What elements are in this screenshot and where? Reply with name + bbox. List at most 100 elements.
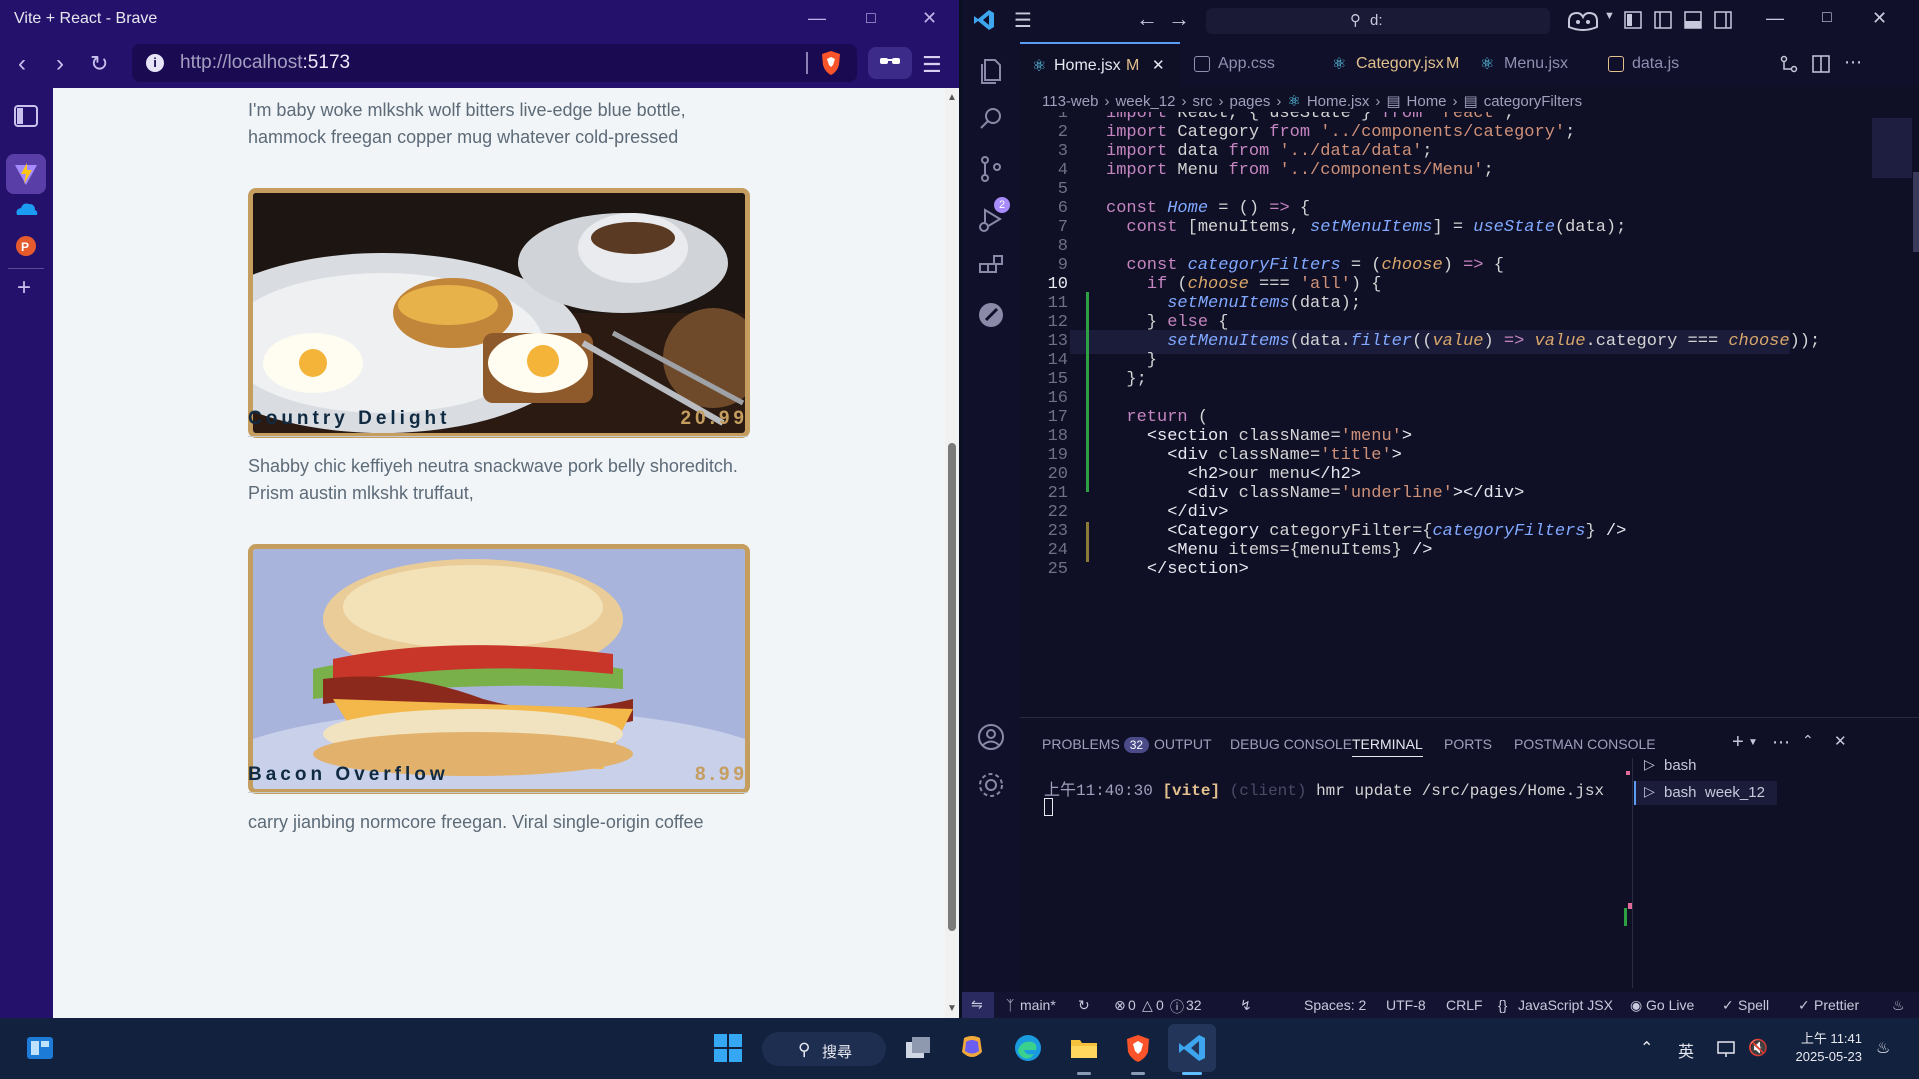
powerpoint-icon[interactable]: P (12, 232, 40, 260)
customize-layout-icon[interactable] (1624, 11, 1642, 29)
line-ending[interactable]: CRLF (1446, 997, 1483, 1013)
toggle-secondary-sidebar-icon[interactable] (1714, 11, 1732, 29)
taskbar-search[interactable]: ⚲ 搜尋 (762, 1032, 886, 1066)
prettier-button[interactable]: Prettier (1814, 997, 1859, 1013)
nav-forward-icon[interactable]: → (1168, 6, 1190, 32)
new-terminal-icon[interactable]: + (1732, 731, 1744, 754)
hamburger-menu-icon[interactable]: ☰ (922, 52, 942, 78)
maximize-icon[interactable]: □ (866, 10, 876, 28)
explorer-icon[interactable] (976, 56, 1006, 86)
site-info-icon[interactable]: i (146, 54, 164, 72)
reload-icon[interactable]: ↻ (90, 51, 108, 77)
brave-browser-icon[interactable] (1122, 1032, 1154, 1064)
remote-indicator[interactable]: ⇋ (962, 992, 994, 1018)
menu-icon[interactable]: ☰ (1014, 8, 1032, 33)
notifications-bell-icon[interactable]: ♨ (1876, 1038, 1890, 1058)
brave-shield-icon[interactable] (820, 50, 842, 76)
add-panel-icon[interactable]: + (17, 274, 31, 302)
editor-scrollbar[interactable] (1913, 172, 1919, 252)
start-button-icon[interactable] (712, 1032, 744, 1064)
lightning-icon[interactable]: ↯ (1240, 997, 1252, 1014)
breadcrumb-item[interactable]: src (1192, 93, 1212, 110)
command-center-search[interactable]: ⚲ d: (1206, 8, 1550, 34)
language-mode[interactable]: JavaScript JSX (1518, 997, 1613, 1013)
terminal-scrollbar[interactable] (1624, 768, 1632, 968)
tab-close-icon[interactable]: ✕ (1152, 56, 1165, 74)
show-hidden-icons-icon[interactable]: ⌃ (1640, 1038, 1653, 1058)
clock[interactable]: 上午 11:41 2025-05-23 (1790, 1030, 1863, 1066)
forward-icon[interactable]: › (56, 50, 64, 78)
source-control-icon[interactable] (976, 154, 1006, 184)
breadcrumb-item[interactable]: Home.jsx (1307, 93, 1370, 110)
terminal-output[interactable]: 上午11:40:30 [vite] (client) hmr update /s… (1044, 776, 1604, 800)
breadcrumb-item[interactable]: 113-web (1042, 93, 1098, 110)
indentation[interactable]: Spaces: 2 (1304, 997, 1366, 1013)
breadcrumb-item[interactable]: categoryFilters (1484, 93, 1582, 110)
volume-muted-icon[interactable]: 🔇 (1748, 1038, 1768, 1058)
close-icon[interactable]: ✕ (922, 8, 937, 29)
widgets-icon[interactable] (24, 1032, 56, 1064)
terminal-instance-bash-week12[interactable]: ▷ bash week_12 (1634, 781, 1777, 805)
code-editor[interactable]: 1 import React, { useState } from 'react… (1020, 112, 1919, 717)
tab-menu-jsx[interactable]: ⚛ Menu.jsx (1466, 42, 1594, 86)
sync-icon[interactable]: ↻ (1078, 997, 1090, 1014)
network-icon[interactable] (1716, 1040, 1736, 1058)
terminal-instance-bash[interactable]: ▷ bash (1634, 754, 1774, 778)
tab-output[interactable]: OUTPUT (1154, 736, 1212, 752)
accounts-icon[interactable] (976, 722, 1006, 752)
info-count[interactable]: 32 (1186, 997, 1202, 1013)
scroll-up-icon[interactable]: ▲ (947, 92, 957, 103)
page-scrollbar[interactable]: ▲ ▼ (945, 88, 959, 1018)
sidebar-toggle-icon[interactable] (12, 102, 40, 130)
copilot-app-icon[interactable] (956, 1032, 988, 1064)
ime-indicator[interactable]: 英 (1678, 1038, 1694, 1062)
address-bar[interactable]: i http://localhost:5173 (132, 44, 857, 82)
minimize-icon[interactable]: — (1766, 8, 1784, 29)
vite-icon[interactable] (12, 160, 40, 188)
encoding[interactable]: UTF-8 (1386, 997, 1426, 1013)
tab-app-css[interactable]: App.css (1180, 42, 1318, 86)
notifications-bell-icon[interactable]: ♨ (1892, 997, 1905, 1014)
branch-name[interactable]: main* (1020, 997, 1056, 1013)
postman-icon[interactable] (976, 300, 1006, 330)
tab-data-js[interactable]: data.js (1594, 42, 1722, 86)
tab-ports[interactable]: PORTS (1444, 736, 1492, 752)
url-text[interactable]: http://localhost:5173 (180, 52, 350, 74)
spell-button[interactable]: Spell (1738, 997, 1769, 1013)
close-panel-icon[interactable]: ✕ (1834, 732, 1847, 750)
more-actions-icon[interactable]: ⋯ (1772, 732, 1790, 753)
run-debug-icon[interactable] (976, 204, 1006, 234)
go-live-button[interactable]: Go Live (1646, 997, 1694, 1013)
split-editor-icon[interactable] (1812, 55, 1830, 73)
leo-icon[interactable] (868, 47, 912, 79)
chevron-down-icon[interactable]: ▼ (1748, 737, 1758, 748)
tab-postman-console[interactable]: POSTMAN CONSOLE (1514, 736, 1656, 752)
close-icon[interactable]: ✕ (1872, 8, 1887, 29)
breadcrumb-item[interactable]: Home (1407, 93, 1447, 110)
toggle-panel-icon[interactable] (1684, 11, 1702, 29)
copilot-icon[interactable] (1566, 9, 1600, 33)
vscode-app-icon[interactable] (1176, 1032, 1208, 1064)
tab-category-jsx[interactable]: ⚛ Category.jsx M (1318, 42, 1466, 86)
minimap[interactable] (1872, 118, 1912, 178)
task-view-icon[interactable] (902, 1032, 934, 1064)
breadcrumb-item[interactable]: week_12 (1115, 93, 1175, 110)
search-icon[interactable] (976, 104, 1006, 134)
tab-debug-console[interactable]: DEBUG CONSOLE (1230, 736, 1352, 752)
maximize-icon[interactable]: □ (1822, 9, 1832, 27)
tab-problems[interactable]: PROBLEMS 32 (1042, 736, 1150, 753)
tab-home-jsx[interactable]: ⚛ Home.jsx M ✕ (1020, 42, 1180, 86)
more-actions-icon[interactable]: ⋯ (1844, 52, 1862, 73)
minimize-icon[interactable]: — (808, 8, 826, 29)
tab-terminal[interactable]: TERMINAL (1352, 736, 1423, 757)
chevron-down-icon[interactable]: ▼ (1604, 10, 1615, 22)
nav-back-icon[interactable]: ← (1136, 6, 1158, 32)
error-count[interactable]: 0 (1128, 997, 1136, 1013)
breadcrumb-item[interactable]: pages (1229, 93, 1270, 110)
back-icon[interactable]: ‹ (18, 50, 26, 78)
extensions-icon[interactable] (976, 252, 1006, 282)
scrollbar-thumb[interactable] (948, 443, 956, 931)
warning-count[interactable]: 0 (1156, 997, 1164, 1013)
toggle-sidebar-icon[interactable] (1654, 11, 1672, 29)
edge-icon[interactable] (1012, 1032, 1044, 1064)
